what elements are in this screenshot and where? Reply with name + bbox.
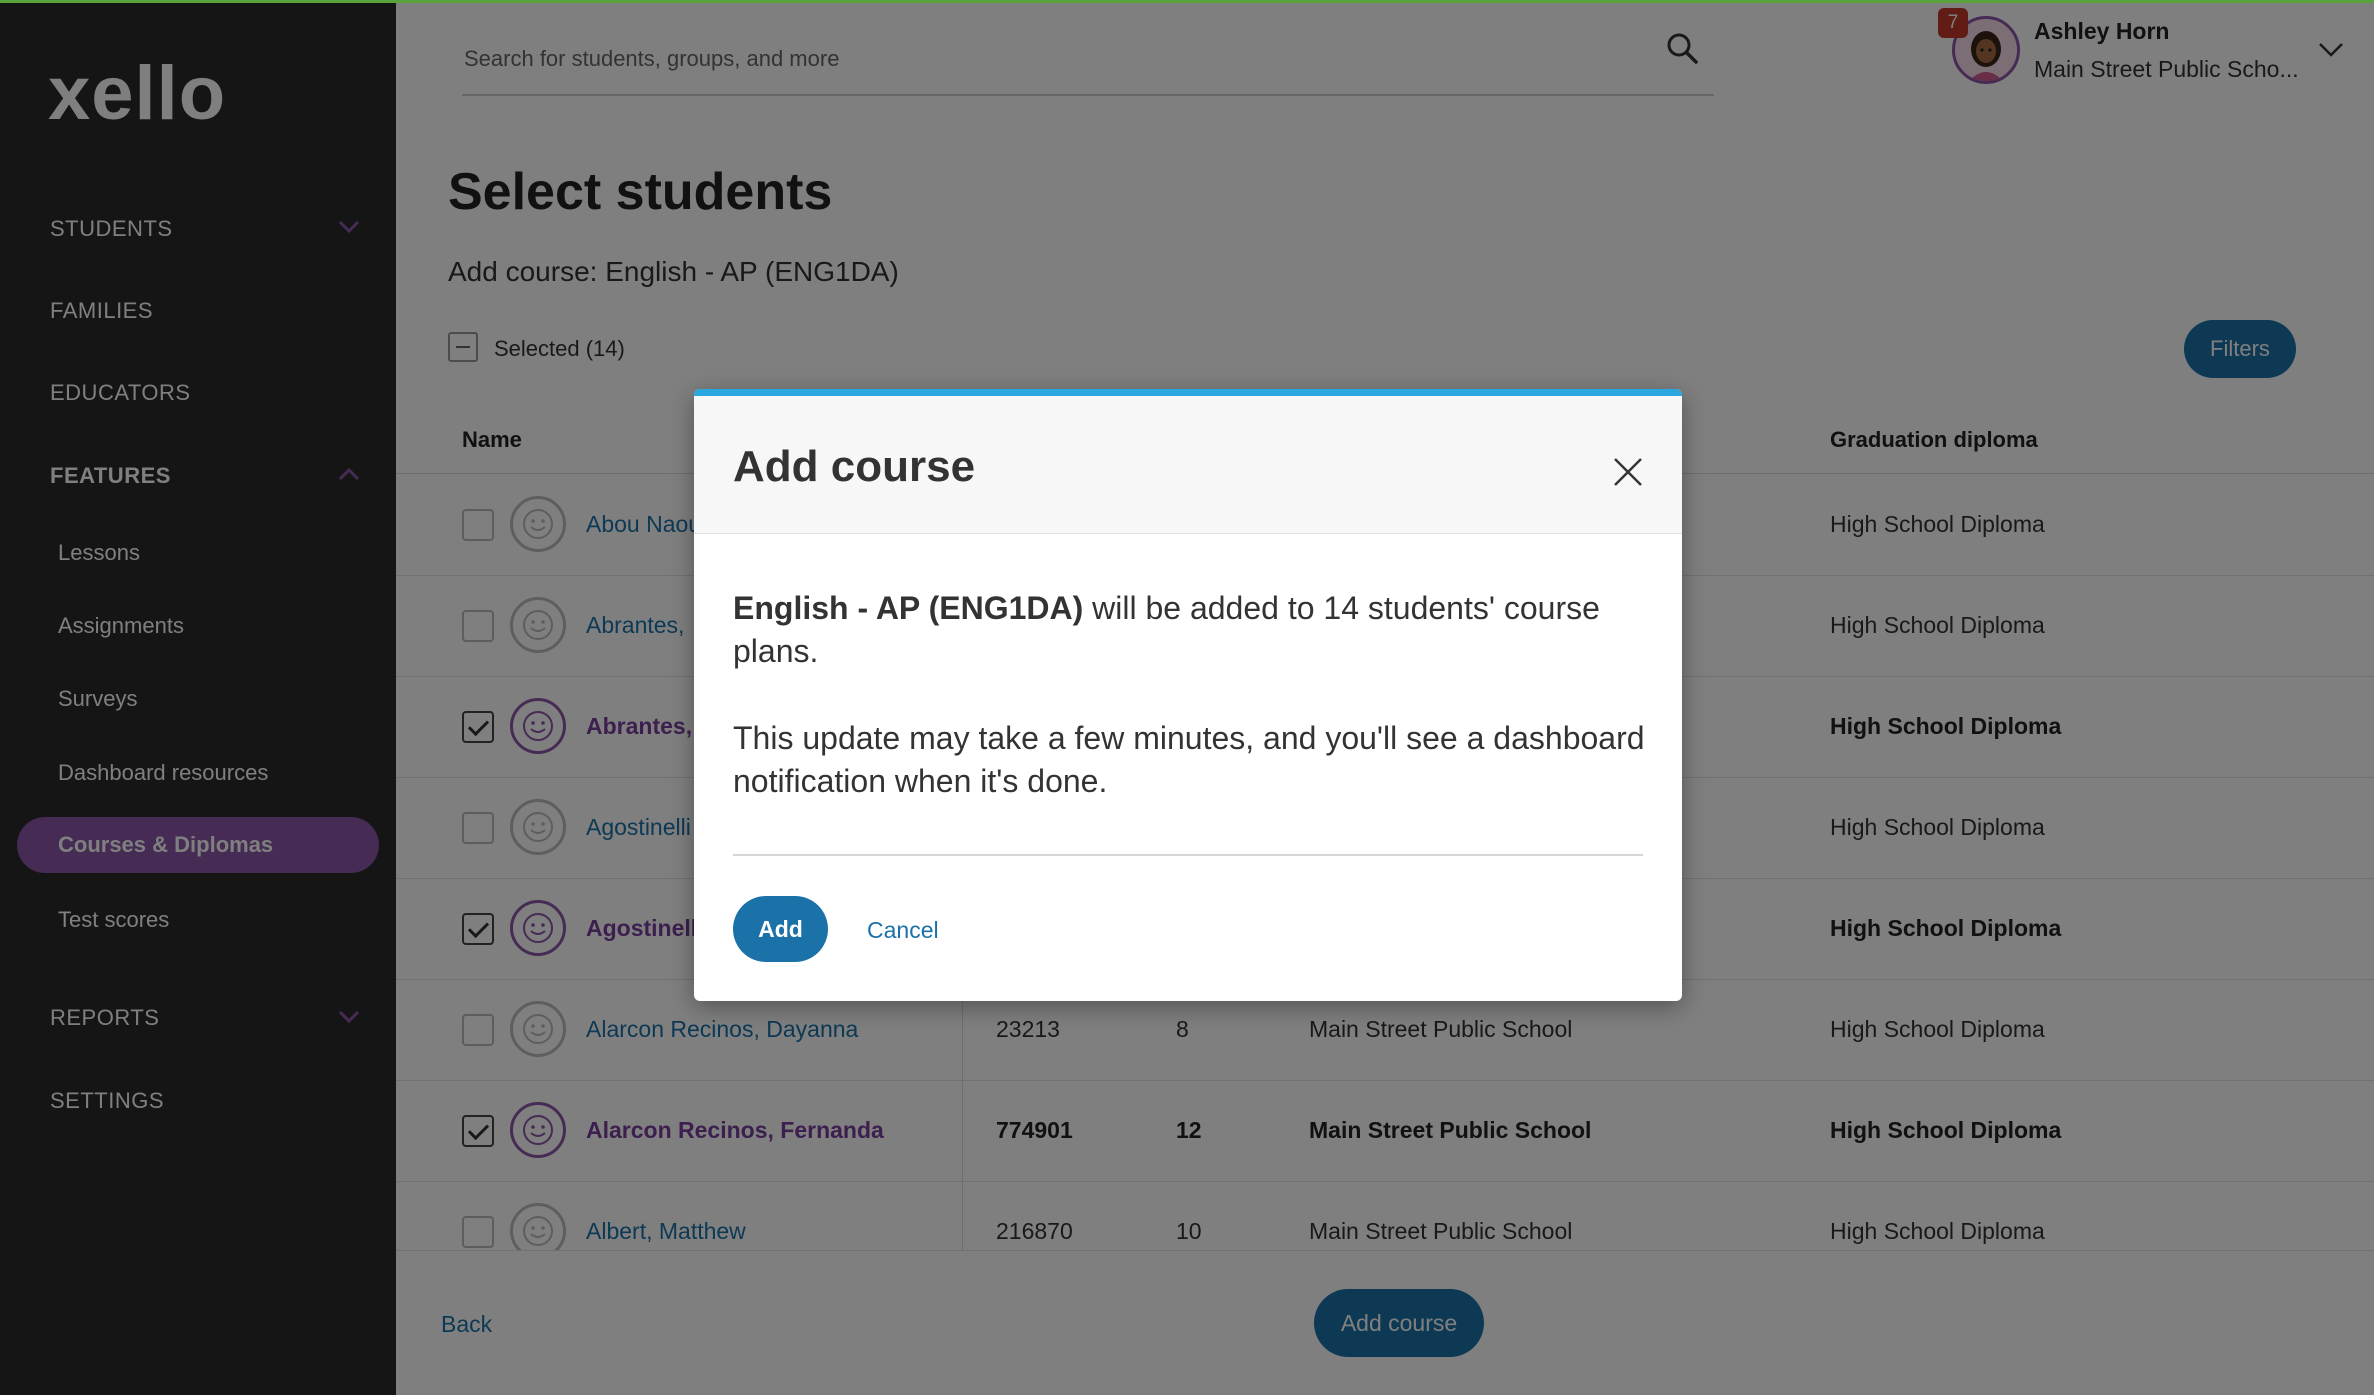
modal-header: Add course: [694, 396, 1682, 534]
top-accent-line: [0, 0, 2374, 3]
add-button[interactable]: Add: [733, 896, 828, 962]
course-name: English - AP (ENG1DA): [733, 590, 1084, 626]
add-course-modal: Add course English - AP (ENG1DA) will be…: [694, 389, 1682, 1001]
modal-message-note: This update may take a few minutes, and …: [733, 720, 1645, 799]
close-icon[interactable]: [1612, 456, 1644, 488]
modal-message: English - AP (ENG1DA) will be added to 1…: [733, 587, 1645, 673]
modal-divider: [733, 854, 1643, 856]
cancel-link[interactable]: Cancel: [867, 917, 939, 944]
modal-title: Add course: [733, 442, 976, 491]
modal-accent-bar: [694, 389, 1682, 396]
